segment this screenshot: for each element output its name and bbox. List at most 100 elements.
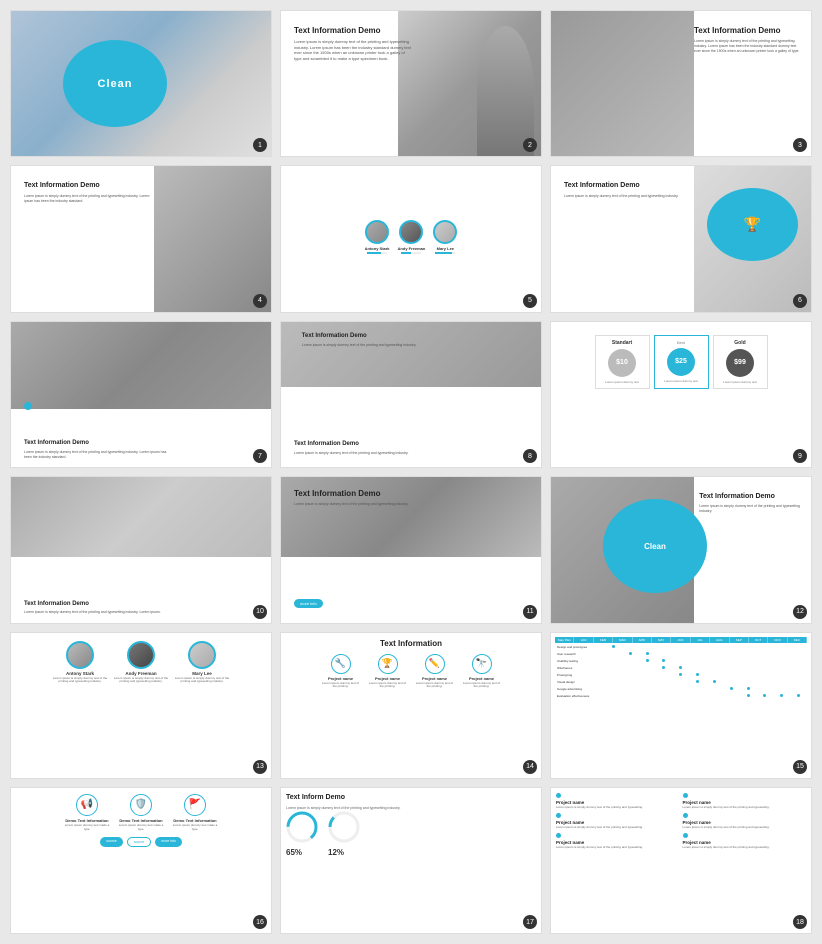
proj-desc-1: Lorem ipsum is simply dummy text of the … <box>556 806 680 810</box>
btn-source2[interactable]: source <box>127 837 152 847</box>
icon-desc-2: Lorem ipsum dummy text of the printing. <box>367 682 409 690</box>
project-6: Project name Lorem ipsum is simply dummy… <box>683 833 807 850</box>
slide2-bg <box>398 11 541 156</box>
demo-desc-3: Lorem ipsum dummy text made a type. <box>170 824 220 832</box>
project-1: Project name Lorem ipsum is simply dummy… <box>556 793 680 810</box>
dot-r1c2 <box>622 644 639 650</box>
slide2-content: Text Information Demo Lorem ipsum is sim… <box>294 26 411 62</box>
plan-desc-2: Lorem ipsum dummy text <box>658 379 705 383</box>
slide6-title: Text Information Demo <box>564 181 694 191</box>
btn-more-info[interactable]: more info <box>155 837 182 847</box>
schedule-row-8: Evaluation effectiveness <box>555 693 807 699</box>
slide6-content: Text Information Demo Lorem ipsum is sim… <box>564 181 694 199</box>
slide4-body: Lorem ipsum is simply dummy text of the … <box>24 194 154 204</box>
slide-5: Antony Stark Andy Freeman <box>280 165 542 312</box>
btn-source[interactable]: source <box>100 837 123 847</box>
pct1-label: 65% <box>286 848 318 857</box>
proj-desc-2: Lorem ipsum is simply dummy text of the … <box>683 806 807 810</box>
slide9-content: Standart $10 Lorem ipsum dummy text Best… <box>551 322 811 467</box>
icon-desc-3: Lorem ipsum dummy text of the printing. <box>414 682 456 690</box>
demo-icon-3: 🚩 Demo Text Information Lorem ipsum dumm… <box>170 794 220 832</box>
slide8-content1: Text Information Demo Lorem ipsum is sim… <box>302 333 419 348</box>
slide2-body: Lorem ipsum is simply dummy text of the … <box>294 39 411 61</box>
slide8-badge: 8 <box>523 449 537 463</box>
schedule-row-1: Design and prototypes <box>555 644 807 650</box>
demo-icon-2: 🛡️ Demo Text Information Lorem ipsum dum… <box>116 794 166 832</box>
dot-r1c11 <box>773 644 790 650</box>
dot-r1c4 <box>655 644 672 650</box>
slide4-badge: 4 <box>253 294 267 308</box>
row-label-6: Visual design <box>555 679 605 685</box>
avatar-circle-3 <box>433 220 457 244</box>
slide12-circle: Clean <box>603 499 707 593</box>
slide8-body2: Lorem ipsum is simply dummy text of the … <box>294 451 528 456</box>
month-feb: FEB <box>594 637 613 643</box>
slide-10: Text Information Demo Lorem ipsum is sim… <box>10 476 272 623</box>
avatar-circle-2 <box>399 220 423 244</box>
trophy-icon: 🏆 <box>744 216 761 233</box>
price-1: $10 <box>616 359 628 366</box>
demo-icon-1: 📢 Demo Text Information Lorem ipsum dumm… <box>62 794 112 832</box>
dot-r1c6 <box>689 644 706 650</box>
plan-label-1: Standart <box>599 340 646 346</box>
row-label-7: Google advertising <box>555 686 605 692</box>
progress-bar-2 <box>401 252 421 254</box>
icon-item-4: 🔭 Project name Lorem ipsum dummy text of… <box>461 654 503 690</box>
megaphone-icon: 📢 <box>76 794 98 816</box>
avatar-large-desc-3: Lorem ipsum is simply dummy text of the … <box>175 677 230 685</box>
slide-6: 🏆 Text Information Demo Lorem ipsum is s… <box>550 165 812 312</box>
month-jun: JUN <box>671 637 690 643</box>
proj-desc-5: Lorem ipsum is simply dummy text of the … <box>556 846 680 850</box>
plan-best-label: Best <box>658 340 705 345</box>
plan-desc-1: Lorem ipsum dummy text <box>599 380 646 384</box>
proj-desc-3: Lorem ipsum is simply dummy text of the … <box>556 826 680 830</box>
schedule-row-4: Wireframes <box>555 665 807 671</box>
slide8-bg <box>281 322 541 387</box>
row-label-4: Wireframes <box>555 665 605 671</box>
schedule-row-7: Google advertising <box>555 686 807 692</box>
slide11-body: Lorem ipsum is simply dummy text of the … <box>294 502 450 507</box>
slide2-person <box>477 26 534 157</box>
avatar-large-desc-1: Lorem ipsum is simply dummy text of the … <box>53 677 108 685</box>
avatar-name-1: Antony Stark <box>365 246 390 251</box>
slide8-content2: Text Information Demo Lorem ipsum is sim… <box>294 441 528 456</box>
slide12-label: Clean <box>644 542 666 551</box>
slide13-content: Antony Stark Lorem ipsum is simply dummy… <box>11 633 271 778</box>
avatar-large-circle-2 <box>127 641 155 669</box>
avatar-large-circle-1 <box>66 641 94 669</box>
slides-grid: Clean 1 Text Information Demo Lorem ipsu… <box>10 10 812 934</box>
slide-13: Antony Stark Lorem ipsum is simply dummy… <box>10 632 272 779</box>
shield-icon: 🛡️ <box>130 794 152 816</box>
month-apr: APR <box>633 637 652 643</box>
avatar-large-mary: Mary Lee Lorem ipsum is simply dummy tex… <box>175 641 230 685</box>
slide5-badge: 5 <box>523 294 537 308</box>
proj-name-5: Project name <box>556 840 680 845</box>
slide17-metrics: 65% 12% <box>286 811 536 857</box>
schedule-row-2: User research <box>555 651 807 657</box>
slide15-badge: 15 <box>793 760 807 774</box>
slide14-icons: 🔧 Project name Lorem ipsum dummy text of… <box>286 654 536 690</box>
slide12-badge: 12 <box>793 605 807 619</box>
avatar-large-antony: Antony Stark Lorem ipsum is simply dummy… <box>53 641 108 685</box>
slide11-btn[interactable]: more info <box>294 599 323 608</box>
project-5: Project name Lorem ipsum is simply dummy… <box>556 833 680 850</box>
month-jan: JAN <box>574 637 593 643</box>
plan-label-3: Gold <box>717 340 764 346</box>
slide6-body: Lorem ipsum is simply dummy text of the … <box>564 194 694 199</box>
avatar-large-desc-2: Lorem ipsum is simply dummy text of the … <box>114 677 169 685</box>
progress-fill-2 <box>401 252 411 254</box>
proj-desc-6: Lorem ipsum is simply dummy text of the … <box>683 846 807 850</box>
progress-bar-3 <box>435 252 455 254</box>
proj-dot-1 <box>556 793 561 798</box>
demo-desc-1: Lorem ipsum dummy text made a type. <box>62 824 112 832</box>
slide18-content: Project name Lorem ipsum is simply dummy… <box>551 788 811 933</box>
price-bubble-1: $10 <box>608 349 636 377</box>
dot-r1c5 <box>672 644 689 650</box>
pie-chart-65 <box>286 811 318 843</box>
slide-2: Text Information Demo Lorem ipsum is sim… <box>280 10 542 157</box>
dot-r1c3 <box>639 644 656 650</box>
avatar-large-circle-3 <box>188 641 216 669</box>
slide1-circle: Clean <box>63 40 167 127</box>
slide10-title: Text Information Demo <box>24 601 206 609</box>
icon-item-2: 🏆 Project name Lorem ipsum dummy text of… <box>367 654 409 690</box>
